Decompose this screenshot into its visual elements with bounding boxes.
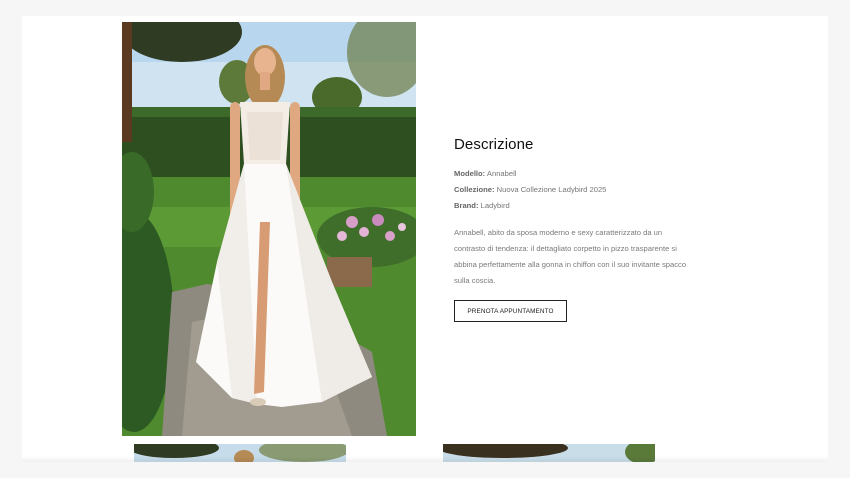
book-appointment-button[interactable]: PRENOTA APPUNTAMENTO [454,300,567,322]
product-page: Descrizione Modello: Annabell Collezione… [22,16,828,462]
description-title: Descrizione [454,136,534,153]
description-line: Annabell, abito da sposa moderno e sexy … [454,228,663,237]
model-row: Modello: Annabell [454,166,714,182]
description-text: Annabell, abito da sposa moderno e sexy … [454,225,704,289]
collection-row: Collezione: Nuova Collezione Ladybird 20… [454,182,714,198]
product-main-image[interactable] [122,22,416,436]
description-section: Descrizione Modello: Annabell Collezione… [454,136,714,289]
bottom-shadow [22,456,828,462]
collection-label: Collezione: [454,185,495,194]
description-line: contrasto di tendenza: il dettagliato co… [454,244,677,253]
brand-row: Brand: Ladybird [454,198,714,214]
model-label: Modello: [454,169,486,178]
brand-value: Ladybird [480,201,510,210]
description-line: sulla coscia. [454,276,496,285]
description-line: abbina perfettamente alla gonna in chiff… [454,260,687,269]
brand-label: Brand: [454,201,479,210]
model-value: Annabell [486,169,517,178]
collection-value: Nuova Collezione Ladybird 2025 [496,185,607,194]
